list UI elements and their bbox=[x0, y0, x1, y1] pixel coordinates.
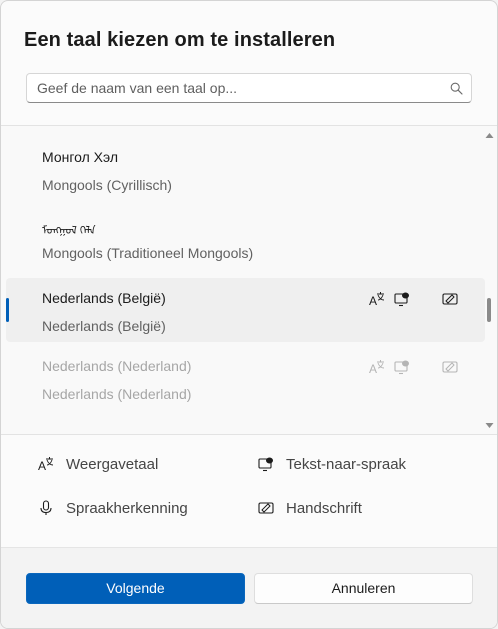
text-to-speech-icon bbox=[394, 360, 409, 375]
install-language-dialog: Een taal kiezen om te installeren Монгол… bbox=[0, 0, 498, 629]
scrollbar-thumb[interactable] bbox=[487, 298, 491, 322]
handwriting-icon bbox=[442, 361, 458, 373]
language-item-dutch-netherlands: Nederlands (Nederland) Nederlands (Neder… bbox=[6, 346, 485, 410]
language-item-dutch-belgium[interactable]: Nederlands (België) Nederlands (België) … bbox=[6, 278, 485, 342]
language-subtitle: Mongools (Traditioneel Mongools) bbox=[42, 245, 254, 261]
language-item-mongolian-traditional[interactable]: ᠮᠣᠩᠭᠣᠯ ᠬᠡᠯᠡ Mongools (Traditioneel Mongo… bbox=[6, 205, 485, 269]
language-name: Монгол Хэл bbox=[42, 149, 119, 165]
selection-indicator bbox=[6, 298, 9, 322]
search-box[interactable] bbox=[26, 73, 472, 103]
handwriting-icon bbox=[258, 502, 274, 514]
legend-label: Handschrift bbox=[286, 500, 362, 517]
language-name: Nederlands (België) bbox=[42, 290, 166, 306]
display-language-icon: A bbox=[369, 360, 385, 375]
list-bottom-divider bbox=[1, 434, 497, 435]
language-subtitle: Nederlands (Nederland) bbox=[42, 386, 192, 402]
svg-text:A: A bbox=[369, 362, 377, 375]
text-to-speech-icon bbox=[258, 457, 273, 472]
svg-text:A: A bbox=[369, 294, 377, 307]
next-button[interactable]: Volgende bbox=[26, 573, 245, 604]
language-subtitle: Mongools (Cyrillisch) bbox=[42, 177, 172, 193]
svg-text:A: A bbox=[38, 459, 46, 472]
display-language-icon: A bbox=[38, 457, 54, 472]
microphone-icon bbox=[40, 500, 52, 515]
search-input[interactable] bbox=[37, 79, 437, 97]
dialog-footer: Volgende Annuleren bbox=[1, 547, 497, 628]
legend-label: Weergavetaal bbox=[66, 456, 159, 473]
display-language-icon: A bbox=[369, 292, 385, 307]
dialog-title: Een taal kiezen om te installeren bbox=[24, 29, 336, 51]
handwriting-icon bbox=[442, 293, 458, 305]
language-list[interactable]: Монгол Хэл Mongools (Cyrillisch) ᠮᠣᠩᠭᠣᠯ … bbox=[1, 126, 497, 434]
cancel-button[interactable]: Annuleren bbox=[254, 573, 473, 604]
legend-label: Tekst-naar-spraak bbox=[286, 456, 407, 473]
language-name: Nederlands (Nederland) bbox=[42, 358, 192, 374]
scroll-down-arrow-icon[interactable] bbox=[485, 422, 494, 429]
language-name: ᠮᠣᠩᠭᠣᠯ ᠬᠡᠯᠡ bbox=[42, 225, 96, 237]
legend-label: Spraakherkenning bbox=[66, 500, 188, 517]
text-to-speech-icon bbox=[394, 292, 409, 307]
language-subtitle: Nederlands (België) bbox=[42, 318, 166, 334]
scroll-up-arrow-icon[interactable] bbox=[485, 132, 494, 139]
search-icon bbox=[450, 82, 463, 95]
language-item-mongolian-cyrillic[interactable]: Монгол Хэл Mongools (Cyrillisch) bbox=[6, 137, 485, 201]
